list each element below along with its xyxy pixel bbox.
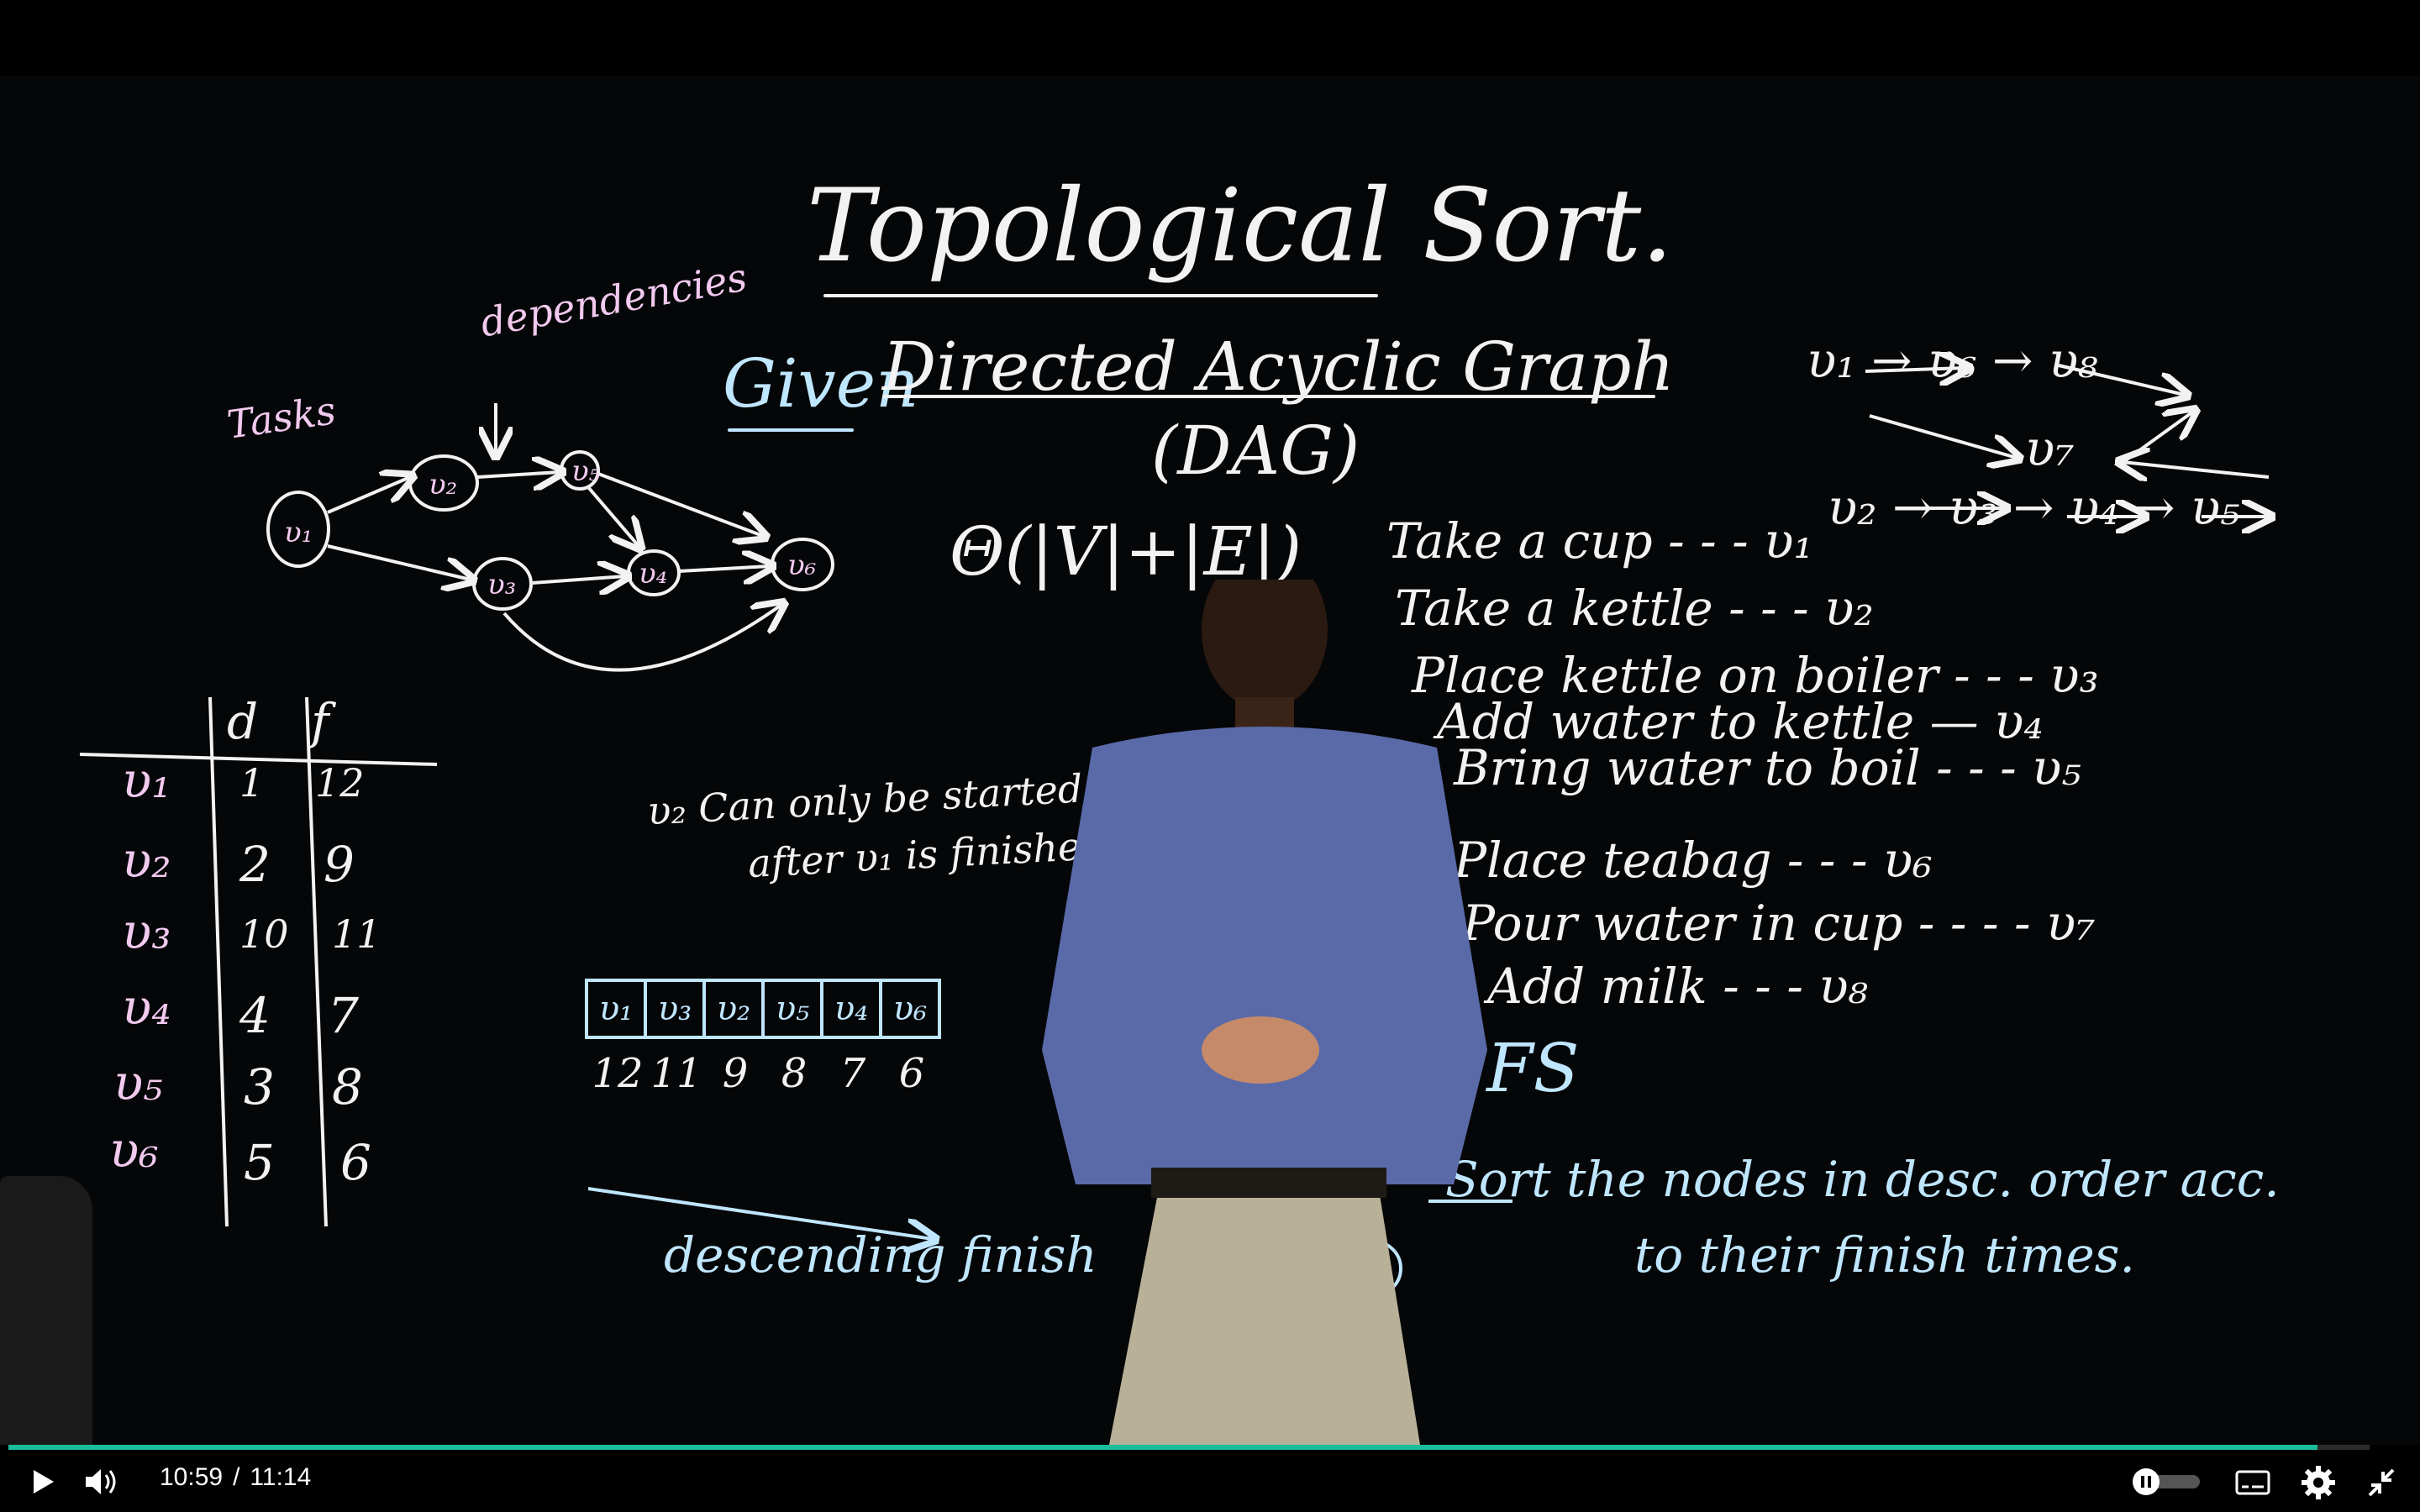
presenter	[1042, 580, 1487, 1445]
toggle-icon	[2133, 1468, 2200, 1495]
table-vertex: υ₆	[109, 1121, 159, 1179]
table-vertex: υ₂	[122, 832, 171, 889]
captions-icon	[2235, 1470, 2270, 1495]
video-frame[interactable]: Topological Sort. Given Directed Acyclic…	[0, 76, 2420, 1445]
progress-bar[interactable]	[8, 1445, 2370, 1450]
table-header-f: f	[311, 693, 329, 750]
sorted-finish: 7	[839, 1050, 866, 1097]
gear-icon	[2302, 1466, 2335, 1499]
table-f: 6	[340, 1134, 371, 1191]
task-item: Bring water to boil - - - υ₅	[1454, 739, 2081, 796]
sorted-node-cell: υ₅	[761, 979, 823, 1039]
settings-button[interactable]	[2299, 1463, 2338, 1502]
table-d: 10	[239, 911, 289, 957]
sorted-finish-row: 12 11 9 8 7 6	[588, 1050, 941, 1097]
sorted-node-cell: υ₃	[644, 979, 706, 1039]
captions-button[interactable]	[2232, 1465, 2274, 1499]
table-d: 3	[244, 1058, 275, 1116]
player-control-bar	[0, 1445, 2420, 1512]
current-time: 10:59	[160, 1463, 224, 1491]
table-d: 5	[244, 1134, 275, 1191]
table-d: 4	[239, 987, 271, 1044]
step2-line-1: Sort the nodes in desc. order acc.	[1445, 1151, 2280, 1208]
sorted-node-cell: υ₂	[702, 979, 765, 1039]
svg-text:υ₃: υ₃	[487, 568, 516, 601]
table-vertex: υ₁	[122, 752, 171, 809]
sorted-finish: 9	[722, 1050, 749, 1097]
play-button[interactable]	[24, 1463, 60, 1500]
task-item: Take a cup - - - υ₁	[1386, 512, 1813, 570]
table-d: 1	[239, 760, 265, 806]
task-item: Pour water in cup - - - - υ₇	[1462, 895, 2096, 952]
graph2-row1: υ₁ → υ₆ → υ₈	[1807, 332, 2098, 389]
sorted-node-cell: υ₁	[585, 979, 647, 1039]
step2-line-2: to their finish times.	[1634, 1226, 2135, 1284]
chair	[0, 1176, 92, 1445]
autoplay-toggle[interactable]	[2126, 1465, 2207, 1499]
sorted-finish: 6	[898, 1050, 925, 1097]
graph2-row2: υ₂ → υ₃ → υ₄ → υ₅	[1828, 479, 2240, 536]
exit-fullscreen-button[interactable]	[2363, 1465, 2400, 1500]
volume-icon	[86, 1469, 116, 1494]
sorted-node-row: υ₁ υ₃ υ₂ υ₅ υ₄ υ₆	[585, 979, 941, 1039]
sorted-node-cell: υ₆	[879, 979, 941, 1039]
sorted-finish: 8	[781, 1050, 808, 1097]
sorted-node-cell: υ₄	[820, 979, 882, 1039]
sorted-finish: 11	[650, 1050, 702, 1097]
sorted-finish: 12	[592, 1050, 644, 1097]
play-icon	[34, 1470, 54, 1494]
volume-button[interactable]	[81, 1463, 123, 1500]
time-display: 10:59 / 11:14	[160, 1463, 311, 1492]
svg-text:υ₁: υ₁	[284, 516, 313, 549]
svg-text:υ₄: υ₄	[639, 557, 667, 591]
graph2-mid: υ₇	[2025, 420, 2075, 477]
table-vertex: υ₄	[122, 979, 171, 1036]
table-header-d: d	[227, 693, 259, 750]
table-f: 9	[324, 836, 355, 893]
table-f: 8	[332, 1058, 363, 1116]
svg-text:υ₅: υ₅	[571, 454, 601, 488]
svg-text:υ₆: υ₆	[787, 549, 816, 582]
table-vertex: υ₅	[113, 1054, 163, 1111]
svg-text:υ₂: υ₂	[429, 468, 457, 501]
table-f: 12	[315, 760, 365, 806]
table-d: 2	[239, 836, 271, 893]
progress-fill	[8, 1445, 2318, 1450]
table-vertex: υ₃	[122, 903, 171, 960]
table-f: 11	[332, 911, 381, 957]
duration: 11:14	[250, 1463, 312, 1491]
exit-fullscreen-icon	[2368, 1468, 2395, 1497]
table-f: 7	[328, 987, 359, 1044]
time-separator: /	[233, 1463, 240, 1491]
